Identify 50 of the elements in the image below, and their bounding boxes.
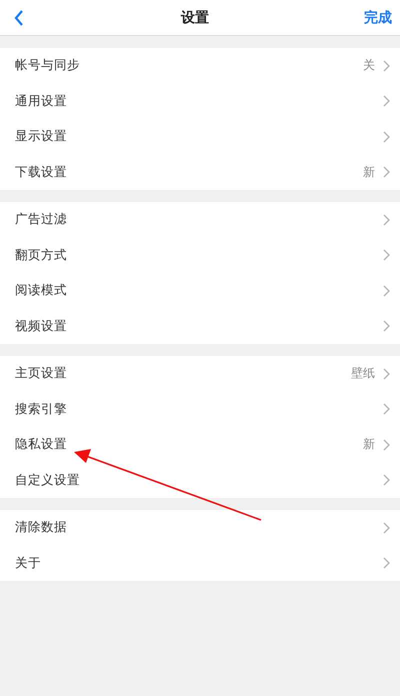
- settings-row[interactable]: 清除数据: [0, 510, 400, 546]
- row-label: 主页设置: [15, 365, 68, 382]
- back-icon: [14, 10, 24, 26]
- row-label: 下载设置: [15, 164, 68, 181]
- chevron-icon: [383, 557, 390, 570]
- settings-row[interactable]: 帐号与同步 关: [0, 48, 400, 84]
- row-label: 清除数据: [15, 519, 68, 536]
- chevron-icon: [383, 320, 390, 332]
- settings-row[interactable]: 视频设置: [0, 308, 400, 344]
- row-value: 新: [363, 436, 375, 454]
- row-label: 阅读模式: [15, 282, 68, 300]
- settings-row[interactable]: 隐私设置 新: [0, 427, 400, 462]
- done-button[interactable]: 完成: [364, 8, 392, 26]
- row-label: 自定义设置: [15, 472, 81, 489]
- page-title: 设置: [181, 8, 209, 26]
- settings-row[interactable]: 阅读模式: [0, 273, 400, 308]
- chevron-icon: [383, 95, 390, 108]
- row-label: 帐号与同步: [15, 57, 81, 74]
- chevron-icon: [383, 130, 390, 143]
- chevron-icon: [383, 474, 390, 486]
- chevron-icon: [383, 214, 390, 226]
- row-value: 关: [363, 57, 375, 74]
- settings-row[interactable]: 自定义设置: [0, 462, 400, 498]
- row-label: 显示设置: [15, 128, 68, 146]
- chevron-icon: [383, 522, 390, 534]
- chevron-icon: [383, 166, 390, 178]
- settings-row[interactable]: 搜索引擎: [0, 392, 400, 427]
- chevron-icon: [383, 284, 390, 297]
- row-label: 通用设置: [15, 92, 68, 110]
- back-button[interactable]: [12, 8, 26, 28]
- settings-row[interactable]: 关于: [0, 546, 400, 581]
- chevron-icon: [383, 368, 390, 380]
- settings-row[interactable]: 下载设置 新: [0, 154, 400, 190]
- settings-row[interactable]: 广告过滤: [0, 202, 400, 238]
- row-label: 搜索引擎: [15, 400, 68, 418]
- row-label: 广告过滤: [15, 211, 68, 228]
- settings-row[interactable]: 通用设置: [0, 84, 400, 119]
- settings-row[interactable]: 显示设置: [0, 119, 400, 154]
- row-label: 关于: [15, 554, 42, 572]
- chevron-icon: [383, 60, 390, 72]
- chevron-icon: [383, 403, 390, 416]
- chevron-icon: [383, 438, 390, 451]
- row-value: 壁纸: [351, 365, 375, 382]
- row-label: 翻页方式: [15, 246, 68, 264]
- chevron-icon: [383, 249, 390, 262]
- row-value: 新: [363, 164, 375, 181]
- settings-row[interactable]: 主页设置 壁纸: [0, 356, 400, 392]
- row-label: 视频设置: [15, 318, 68, 335]
- settings-row[interactable]: 翻页方式: [0, 238, 400, 273]
- row-label: 隐私设置: [15, 436, 68, 454]
